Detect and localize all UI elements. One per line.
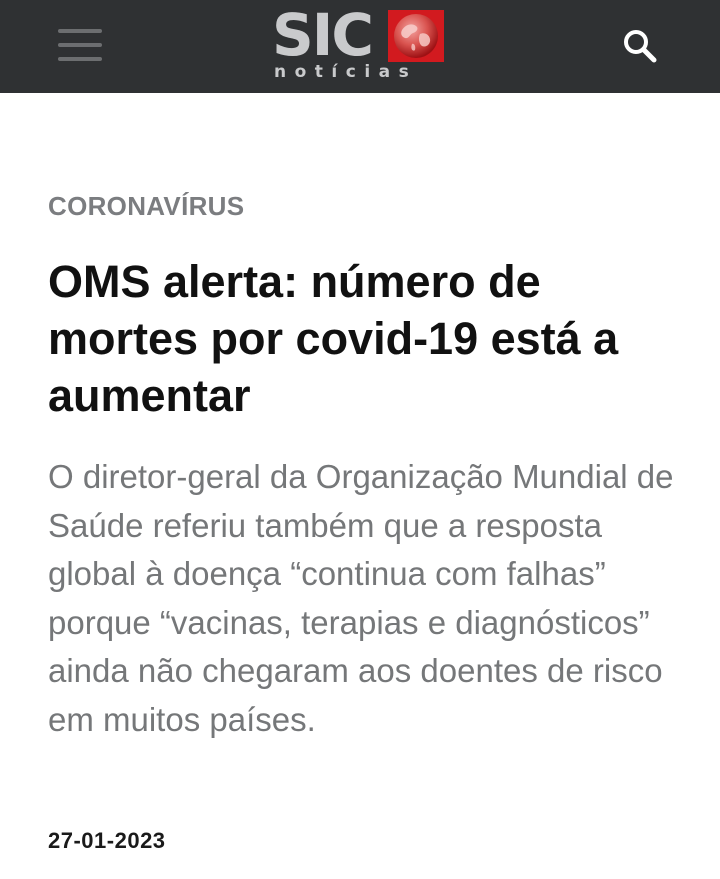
logo-subtitle: notícias [274, 62, 418, 82]
article-category[interactable]: CORONAVÍRUS [48, 190, 244, 222]
search-icon[interactable] [622, 28, 658, 64]
hamburger-menu-icon[interactable] [58, 26, 102, 64]
sic-noticias-logo[interactable]: SIC notícias [272, 1, 448, 84]
article-date: 27-01-2023 [48, 828, 166, 853]
globe-icon [388, 10, 444, 62]
article-title[interactable]: OMS alerta: número de mortes por covid-1… [48, 253, 688, 424]
article-lead: O diretor-geral da Organização Mundial d… [48, 458, 674, 738]
top-navigation-bar: SIC notícias [0, 0, 720, 93]
logo-wordmark: SIC [272, 1, 374, 69]
